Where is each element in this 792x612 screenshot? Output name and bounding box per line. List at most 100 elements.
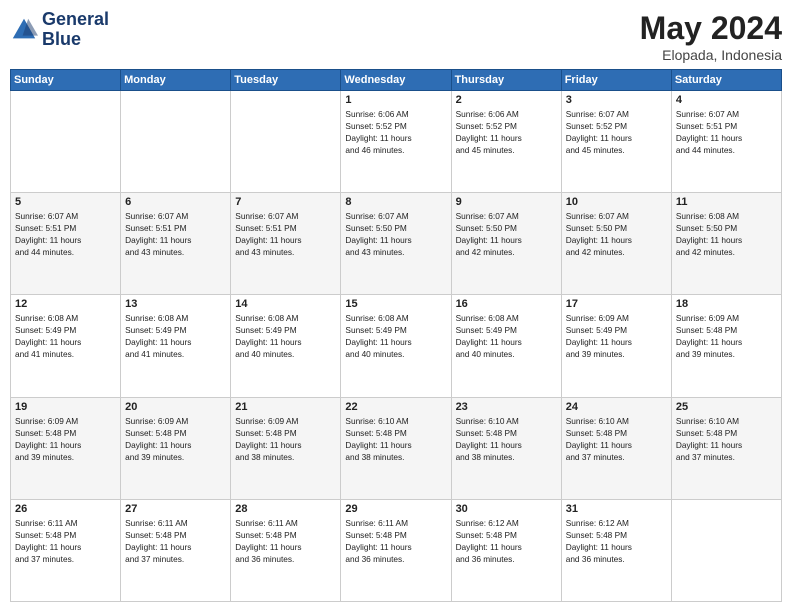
day-number: 11 <box>676 196 777 208</box>
calendar-cell: 1 Sunrise: 6:06 AMSunset: 5:52 PMDaylight… <box>341 91 451 193</box>
day-info: Sunrise: 6:07 AMSunset: 5:51 PMDaylight:… <box>676 108 777 156</box>
day-info: Sunrise: 6:07 AMSunset: 5:50 PMDaylight:… <box>456 210 557 258</box>
calendar-cell: 7Sunrise: 6:07 AMSunset: 5:51 PMDaylight… <box>231 193 341 295</box>
calendar-cell <box>671 499 781 601</box>
calendar-header-row: SundayMondayTuesdayWednesdayThursdayFrid… <box>11 70 782 91</box>
week-row-0: 1 Sunrise: 6:06 AMSunset: 5:52 PMDaylight… <box>11 91 782 193</box>
day-number: 30 <box>456 503 557 515</box>
day-info: Sunrise: 6:07 AMSunset: 5:50 PMDaylight:… <box>566 210 667 258</box>
page: General Blue May 2024 Elopada, Indonesia… <box>0 0 792 612</box>
title-block: May 2024 Elopada, Indonesia <box>640 10 782 63</box>
day-info: Sunrise: 6:10 AMSunset: 5:48 PMDaylight:… <box>345 415 446 463</box>
week-row-2: 12Sunrise: 6:08 AMSunset: 5:49 PMDayligh… <box>11 295 782 397</box>
day-info: Sunrise: 6:12 AMSunset: 5:48 PMDaylight:… <box>566 517 667 565</box>
day-info: Sunrise: 6:06 AMSunset: 5:52 PMDaylight:… <box>456 108 557 156</box>
location: Elopada, Indonesia <box>640 47 782 63</box>
calendar-cell: 10 Sunrise: 6:07 AMSunset: 5:50 PMDayligh… <box>561 193 671 295</box>
day-number: 10 <box>566 196 667 208</box>
calendar-cell: 22 Sunrise: 6:10 AMSunset: 5:48 PMDayligh… <box>341 397 451 499</box>
calendar-cell: 24Sunrise: 6:10 AMSunset: 5:48 PMDayligh… <box>561 397 671 499</box>
logo: General Blue <box>10 10 109 50</box>
day-info: Sunrise: 6:08 AMSunset: 5:50 PMDaylight:… <box>676 210 777 258</box>
calendar-cell: 16 Sunrise: 6:08 AMSunset: 5:49 PMDayligh… <box>451 295 561 397</box>
calendar-cell: 8Sunrise: 6:07 AMSunset: 5:50 PMDaylight… <box>341 193 451 295</box>
calendar-cell: 4 Sunrise: 6:07 AMSunset: 5:51 PMDaylight… <box>671 91 781 193</box>
col-header-wednesday: Wednesday <box>341 70 451 91</box>
month-title: May 2024 <box>640 10 782 47</box>
day-info: Sunrise: 6:08 AMSunset: 5:49 PMDaylight:… <box>125 312 226 360</box>
day-number: 15 <box>345 298 446 310</box>
day-number: 16 <box>456 298 557 310</box>
col-header-monday: Monday <box>121 70 231 91</box>
day-info: Sunrise: 6:11 AMSunset: 5:48 PMDaylight:… <box>345 517 446 565</box>
day-info: Sunrise: 6:11 AMSunset: 5:48 PMDaylight:… <box>235 517 336 565</box>
day-info: Sunrise: 6:08 AMSunset: 5:49 PMDaylight:… <box>15 312 116 360</box>
logo-line2: Blue <box>42 30 109 50</box>
day-number: 31 <box>566 503 667 515</box>
calendar-cell: 29 Sunrise: 6:11 AMSunset: 5:48 PMDayligh… <box>341 499 451 601</box>
day-info: Sunrise: 6:08 AMSunset: 5:49 PMDaylight:… <box>456 312 557 360</box>
day-number: 21 <box>235 401 336 413</box>
day-info: Sunrise: 6:06 AMSunset: 5:52 PMDaylight:… <box>345 108 446 156</box>
day-info: Sunrise: 6:09 AMSunset: 5:48 PMDaylight:… <box>125 415 226 463</box>
week-row-1: 5 Sunrise: 6:07 AMSunset: 5:51 PMDaylight… <box>11 193 782 295</box>
day-number: 1 <box>345 94 446 106</box>
calendar-cell <box>121 91 231 193</box>
calendar-cell: 6Sunrise: 6:07 AMSunset: 5:51 PMDaylight… <box>121 193 231 295</box>
calendar-cell: 5 Sunrise: 6:07 AMSunset: 5:51 PMDaylight… <box>11 193 121 295</box>
day-number: 22 <box>345 401 446 413</box>
calendar-cell <box>231 91 341 193</box>
calendar-cell: 23Sunrise: 6:10 AMSunset: 5:48 PMDayligh… <box>451 397 561 499</box>
calendar-cell: 27Sunrise: 6:11 AMSunset: 5:48 PMDayligh… <box>121 499 231 601</box>
day-info: Sunrise: 6:12 AMSunset: 5:48 PMDaylight:… <box>456 517 557 565</box>
day-info: Sunrise: 6:08 AMSunset: 5:49 PMDaylight:… <box>345 312 446 360</box>
calendar-cell: 17Sunrise: 6:09 AMSunset: 5:49 PMDayligh… <box>561 295 671 397</box>
day-number: 24 <box>566 401 667 413</box>
day-number: 19 <box>15 401 116 413</box>
day-info: Sunrise: 6:09 AMSunset: 5:48 PMDaylight:… <box>235 415 336 463</box>
calendar-cell: 26 Sunrise: 6:11 AMSunset: 5:48 PMDayligh… <box>11 499 121 601</box>
calendar-cell: 18 Sunrise: 6:09 AMSunset: 5:48 PMDayligh… <box>671 295 781 397</box>
col-header-sunday: Sunday <box>11 70 121 91</box>
logo-icon <box>10 16 38 44</box>
day-info: Sunrise: 6:07 AMSunset: 5:50 PMDaylight:… <box>345 210 446 258</box>
day-number: 29 <box>345 503 446 515</box>
day-info: Sunrise: 6:11 AMSunset: 5:48 PMDaylight:… <box>15 517 116 565</box>
day-number: 25 <box>676 401 777 413</box>
calendar-cell: 28 Sunrise: 6:11 AMSunset: 5:48 PMDayligh… <box>231 499 341 601</box>
day-info: Sunrise: 6:07 AMSunset: 5:52 PMDaylight:… <box>566 108 667 156</box>
calendar-cell: 3 Sunrise: 6:07 AMSunset: 5:52 PMDaylight… <box>561 91 671 193</box>
day-number: 5 <box>15 196 116 208</box>
day-number: 18 <box>676 298 777 310</box>
calendar-cell: 15 Sunrise: 6:08 AMSunset: 5:49 PMDayligh… <box>341 295 451 397</box>
day-number: 2 <box>456 94 557 106</box>
calendar-cell <box>11 91 121 193</box>
day-number: 4 <box>676 94 777 106</box>
col-header-saturday: Saturday <box>671 70 781 91</box>
calendar-cell: 30 Sunrise: 6:12 AMSunset: 5:48 PMDayligh… <box>451 499 561 601</box>
week-row-4: 26 Sunrise: 6:11 AMSunset: 5:48 PMDayligh… <box>11 499 782 601</box>
col-header-friday: Friday <box>561 70 671 91</box>
day-number: 3 <box>566 94 667 106</box>
day-number: 28 <box>235 503 336 515</box>
day-number: 23 <box>456 401 557 413</box>
logo-text: General Blue <box>42 10 109 50</box>
col-header-thursday: Thursday <box>451 70 561 91</box>
day-number: 20 <box>125 401 226 413</box>
calendar-cell: 31 Sunrise: 6:12 AMSunset: 5:48 PMDayligh… <box>561 499 671 601</box>
day-info: Sunrise: 6:10 AMSunset: 5:48 PMDaylight:… <box>676 415 777 463</box>
calendar-cell: 12Sunrise: 6:08 AMSunset: 5:49 PMDayligh… <box>11 295 121 397</box>
day-number: 9 <box>456 196 557 208</box>
calendar-cell: 2 Sunrise: 6:06 AMSunset: 5:52 PMDaylight… <box>451 91 561 193</box>
day-info: Sunrise: 6:09 AMSunset: 5:48 PMDaylight:… <box>676 312 777 360</box>
day-number: 14 <box>235 298 336 310</box>
day-info: Sunrise: 6:07 AMSunset: 5:51 PMDaylight:… <box>15 210 116 258</box>
day-info: Sunrise: 6:08 AMSunset: 5:49 PMDaylight:… <box>235 312 336 360</box>
calendar-cell: 11 Sunrise: 6:08 AMSunset: 5:50 PMDayligh… <box>671 193 781 295</box>
day-number: 27 <box>125 503 226 515</box>
week-row-3: 19 Sunrise: 6:09 AMSunset: 5:48 PMDayligh… <box>11 397 782 499</box>
day-number: 26 <box>15 503 116 515</box>
calendar-cell: 13Sunrise: 6:08 AMSunset: 5:49 PMDayligh… <box>121 295 231 397</box>
day-info: Sunrise: 6:09 AMSunset: 5:48 PMDaylight:… <box>15 415 116 463</box>
calendar-cell: 9 Sunrise: 6:07 AMSunset: 5:50 PMDaylight… <box>451 193 561 295</box>
